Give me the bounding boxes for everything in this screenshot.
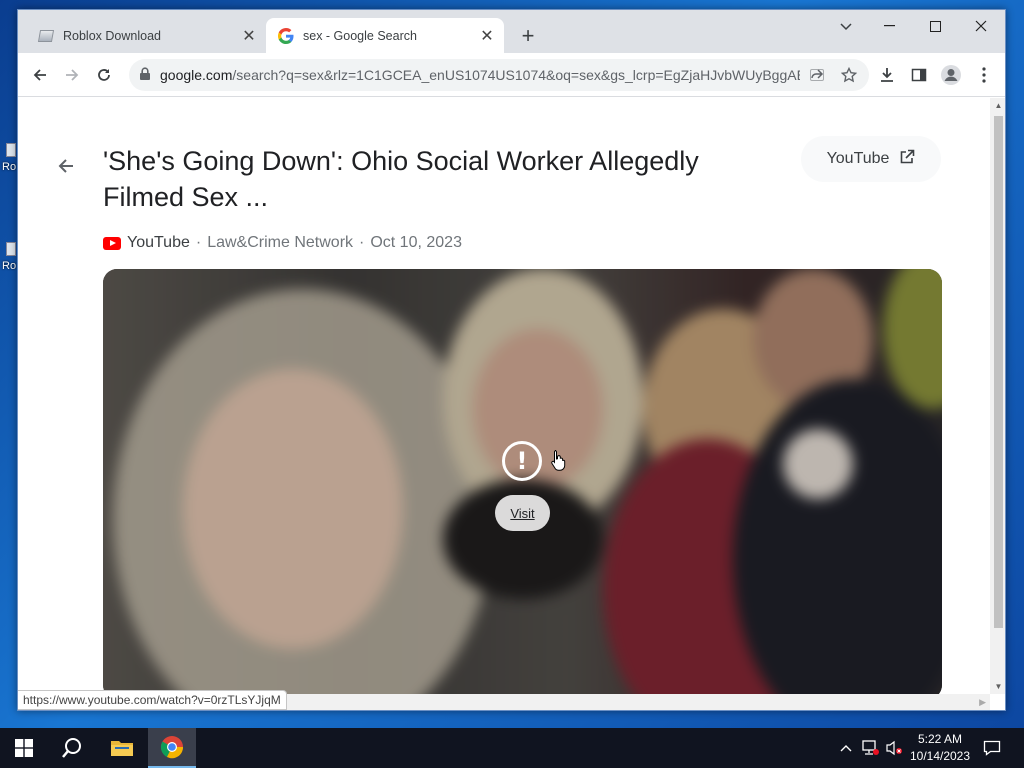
tab-roblox-download[interactable]: Roblox Download ✕ — [26, 18, 266, 53]
desktop-shortcut-label: Ro — [2, 161, 17, 173]
youtube-logo-icon — [103, 236, 121, 250]
close-window-button[interactable] — [958, 10, 1004, 42]
url-text[interactable]: google.com/search?q=sex&rlz=1C1GCEA_enUS… — [160, 67, 800, 83]
scrollbar-thumb[interactable] — [994, 116, 1003, 628]
google-favicon-icon — [278, 27, 294, 44]
minimize-button[interactable] — [866, 10, 912, 42]
roblox-favicon-icon — [37, 28, 55, 44]
downloads-icon[interactable] — [873, 61, 901, 89]
meta-source: YouTube — [127, 234, 190, 251]
visit-button[interactable]: Visit — [495, 495, 550, 531]
bookmark-star-icon[interactable] — [838, 64, 860, 86]
address-bar[interactable]: google.com/search?q=sex&rlz=1C1GCEA_enUS… — [129, 59, 869, 91]
vertical-scrollbar[interactable]: ▲ ▼ — [990, 98, 1005, 694]
close-tab-icon[interactable]: ✕ — [478, 27, 496, 45]
share-icon[interactable] — [806, 64, 828, 86]
meta-channel: Law&Crime Network — [207, 234, 354, 251]
youtube-button-label: YouTube — [826, 150, 890, 167]
close-preview-back-icon[interactable] — [56, 156, 76, 181]
start-button[interactable] — [0, 728, 48, 768]
link-status-bubble: https://www.youtube.com/watch?v=0rzTLsYJ… — [18, 690, 287, 710]
browser-toolbar: google.com/search?q=sex&rlz=1C1GCEA_enUS… — [18, 53, 1005, 97]
back-button[interactable] — [26, 61, 54, 89]
result-meta: YouTube · Law&Crime Network · Oct 10, 20… — [103, 233, 462, 253]
open-external-icon — [899, 149, 915, 170]
new-tab-button[interactable]: + — [516, 25, 540, 49]
desktop-shortcut[interactable]: Ro — [0, 242, 18, 282]
chevron-up-icon[interactable] — [836, 738, 856, 758]
clock-time: 5:22 AM — [917, 732, 963, 746]
desktop-shortcut[interactable]: Ro — [0, 143, 18, 183]
open-in-youtube-button[interactable]: YouTube — [801, 136, 941, 182]
network-icon[interactable] — [860, 738, 880, 758]
page-content: 'She's Going Down': Ohio Social Worker A… — [18, 98, 990, 694]
scroll-up-icon[interactable]: ▲ — [994, 101, 1003, 110]
shortcut-icon — [6, 242, 16, 256]
blurred-video-thumbnail[interactable]: ! Visit — [103, 269, 942, 694]
tab-strip: Roblox Download ✕ sex - Google Search ✕ … — [18, 10, 1005, 53]
hand-cursor-icon — [551, 449, 567, 476]
clock-date: 10/14/2023 — [909, 749, 971, 763]
meta-date: Oct 10, 2023 — [370, 234, 462, 251]
notifications-icon[interactable] — [982, 738, 1002, 758]
scroll-right-icon[interactable]: ▶ — [979, 697, 986, 708]
file-explorer-icon[interactable] — [98, 728, 146, 768]
url-host: google.com — [160, 67, 233, 83]
content-warning-icon: ! — [502, 441, 542, 481]
side-panel-icon[interactable] — [905, 61, 933, 89]
separator: · — [195, 234, 202, 251]
maximize-button[interactable] — [912, 10, 958, 42]
profile-avatar-icon[interactable] — [937, 61, 965, 89]
taskbar: 5:22 AM 10/14/2023 — [0, 728, 1024, 768]
url-path: /search?q=sex&rlz=1C1GCEA_enUS1074US1074… — [232, 67, 800, 83]
shortcut-icon — [6, 143, 16, 157]
separator: · — [359, 234, 365, 251]
chrome-taskbar-icon[interactable] — [148, 728, 196, 768]
desktop-shortcut-label: Ro — [2, 260, 17, 272]
chrome-window: Roblox Download ✕ sex - Google Search ✕ … — [17, 9, 1006, 711]
system-clock[interactable]: 5:22 AM 10/14/2023 — [906, 731, 974, 765]
lock-icon[interactable] — [139, 67, 151, 86]
tab-title: sex - Google Search — [303, 28, 417, 43]
tab-search-chevron-down-icon[interactable] — [833, 14, 859, 40]
thumbnail-dim-overlay — [103, 269, 942, 694]
result-headline[interactable]: 'She's Going Down': Ohio Social Worker A… — [103, 143, 743, 215]
volume-muted-icon[interactable] — [884, 738, 904, 758]
tab-google-search[interactable]: sex - Google Search ✕ — [266, 18, 504, 53]
menu-kebab-icon[interactable] — [970, 61, 998, 89]
forward-button[interactable] — [58, 61, 86, 89]
reload-button[interactable] — [90, 61, 118, 89]
scroll-down-icon[interactable]: ▼ — [994, 682, 1003, 691]
close-tab-icon[interactable]: ✕ — [240, 27, 258, 45]
search-icon[interactable] — [48, 728, 96, 768]
tab-title: Roblox Download — [63, 28, 161, 43]
